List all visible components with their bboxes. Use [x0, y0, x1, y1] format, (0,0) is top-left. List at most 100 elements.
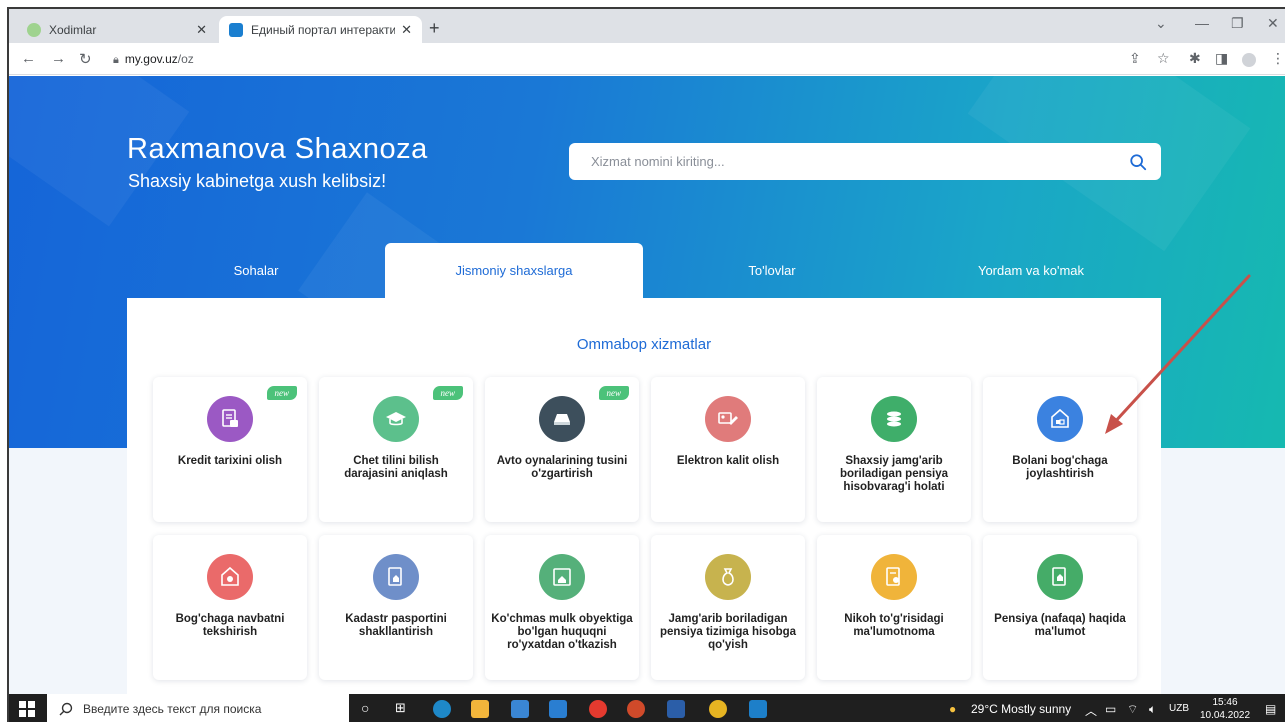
reload-icon[interactable]: ↻ [79, 50, 92, 68]
service-card-kadastr[interactable]: Kadastr pasportini shakllantirish [319, 535, 473, 680]
taskbar: Введите здесь текст для поиска ○ ⊞ ● 29°… [9, 694, 1285, 722]
language-indicator[interactable]: UZB [1169, 703, 1189, 714]
lock-icon: 🔒︎ [113, 54, 119, 66]
annotation-arrow [1105, 274, 1251, 434]
network-icon[interactable]: ⌔ [1127, 702, 1138, 717]
electronic-key-icon [705, 396, 751, 442]
clock-time: 15:46 [1212, 697, 1238, 708]
cortana-icon[interactable]: ○ [361, 700, 369, 716]
tab-favicon-icon [27, 22, 41, 37]
tab-title: Xodimlar [49, 22, 97, 37]
service-label: Shaxsiy jamg'arib boriladigan pensiya hi… [840, 455, 948, 493]
service-label: Avto oynalarining tusini o'zgartirish [496, 455, 628, 480]
cadastre-passport-icon [373, 554, 419, 600]
service-label: Jamg'arib boriladigan pensiya tizimiga h… [659, 613, 797, 651]
service-label: Nikoh to'g'risidagi ma'lumotnoma [844, 613, 944, 638]
category-tabs: Sohalar Jismoniy shaxslarga To'lovlar Yo… [127, 243, 1161, 298]
weather-icon: ● [949, 702, 957, 716]
address-bar: ← → ↻ 🔒︎ my.gov.uz/oz ⇪ ☆ ✱ ◨ ⋮ [9, 43, 1285, 75]
battery-icon[interactable]: ▭ [1105, 702, 1116, 716]
tray-chevron-icon[interactable]: ︿ [1085, 702, 1097, 719]
tab-tolovlar[interactable]: To'lovlar [643, 243, 901, 298]
car-window-icon [539, 396, 585, 442]
service-card-elektron-kalit[interactable]: Elektron kalit olish [651, 377, 805, 522]
new-tab-button[interactable]: + [429, 18, 440, 39]
service-card-pensiya-hisobvaraq[interactable]: Shaxsiy jamg'arib boriladigan pensiya hi… [817, 377, 971, 522]
service-label: Kredit tarixini olish [177, 455, 283, 467]
file-explorer-icon[interactable] [471, 700, 489, 718]
service-card-pensiya-malumot[interactable]: Pensiya (nafaqa) haqida ma'lumot [983, 535, 1137, 680]
tab-favicon-icon [229, 22, 243, 37]
task-view-icon[interactable]: ⊞ [395, 700, 406, 716]
volume-icon[interactable]: 🔈︎ [1149, 702, 1156, 717]
tab-search-icon[interactable]: ⌄ [1155, 15, 1167, 32]
service-card-chet-tili[interactable]: new Chet tilini bilish darajasini aniqla… [319, 377, 473, 522]
tab-portal[interactable]: Единый портал интерактивных ✕ [219, 16, 422, 43]
services-panel: Ommabop xizmatlar new Kredit tarixini ol… [127, 298, 1161, 694]
pension-info-icon [1037, 554, 1083, 600]
browser-window: Xodimlar ✕ Единый портал интерактивных ✕… [7, 7, 1285, 722]
edge-icon[interactable] [433, 700, 451, 718]
new-badge: new [598, 386, 629, 400]
back-icon[interactable]: ← [21, 50, 36, 67]
tab-title: Единый портал интерактивных [251, 22, 396, 37]
service-card-avto-oyna[interactable]: new Avto oynalarining tusini o'zgartiris… [485, 377, 639, 522]
search-icon[interactable] [1129, 153, 1147, 171]
tab-close-icon[interactable]: ✕ [401, 22, 412, 38]
tab-xodimlar[interactable]: Xodimlar ✕ [17, 16, 217, 43]
clock[interactable]: 15:46 10.04.2022 [1195, 696, 1255, 722]
service-label: Bolani bog'chaga joylashtirish [1012, 455, 1108, 480]
service-label: Kadastr pasportini shakllantirish [345, 613, 447, 638]
search-input[interactable] [591, 154, 1129, 169]
extensions-icon[interactable]: ✱ [1189, 50, 1201, 67]
service-label: Chet tilini bilish darajasini aniqlash [344, 455, 448, 480]
graduation-cap-icon [373, 396, 419, 442]
media-player-icon[interactable] [749, 700, 767, 718]
clock-date: 10.04.2022 [1199, 710, 1251, 721]
service-label: Bog'chaga navbatni tekshirish [175, 613, 285, 638]
service-card-kochmas-mulk[interactable]: Ko'chmas mulk obyektiga bo'lgan huquqni … [485, 535, 639, 680]
service-card-nikoh[interactable]: Nikoh to'g'risidagi ma'lumotnoma [817, 535, 971, 680]
new-badge: new [266, 386, 297, 400]
weather-text[interactable]: 29°C Mostly sunny [971, 702, 1071, 716]
new-badge: new [432, 386, 463, 400]
tab-close-icon[interactable]: ✕ [196, 22, 207, 38]
marriage-certificate-icon [871, 554, 917, 600]
service-card-jamgarib-pensiya[interactable]: Jamg'arib boriladigan pensiya tizimiga h… [651, 535, 805, 680]
share-icon[interactable]: ⇪ [1129, 50, 1141, 67]
service-label: Ko'chmas mulk obyektiga bo'lgan huquqni … [491, 613, 633, 651]
user-name: Raxmanova Shaxnoza [127, 133, 428, 165]
menu-icon[interactable]: ⋮ [1271, 50, 1285, 67]
service-label: Pensiya (nafaqa) haqida ma'lumot [994, 613, 1126, 638]
maximize-icon[interactable]: ❐ [1231, 15, 1244, 32]
windows-start-icon[interactable] [19, 701, 35, 717]
page: Raxmanova Shaxnoza Shaxsiy kabinetga xus… [9, 76, 1285, 694]
coins-icon [871, 396, 917, 442]
mail-icon[interactable] [549, 700, 567, 718]
yandex-icon[interactable] [589, 700, 607, 718]
credit-document-icon [207, 396, 253, 442]
tab-sohalar[interactable]: Sohalar [127, 243, 385, 298]
taskbar-search-text: Введите здесь текст для поиска [83, 702, 262, 716]
side-panel-icon[interactable]: ◨ [1215, 50, 1228, 67]
bookmark-star-icon[interactable]: ☆ [1157, 50, 1170, 67]
real-estate-icon [539, 554, 585, 600]
tab-jismoniy-shaxslarga[interactable]: Jismoniy shaxslarga [385, 243, 643, 298]
store-icon[interactable] [511, 700, 529, 718]
notifications-icon[interactable]: ▤ [1265, 702, 1276, 716]
taskbar-search[interactable]: Введите здесь текст для поиска [47, 694, 349, 722]
kindergarten-queue-icon [207, 554, 253, 600]
close-window-icon[interactable]: ✕ [1267, 15, 1279, 32]
chrome-icon[interactable] [709, 700, 727, 718]
word-icon[interactable] [667, 700, 685, 718]
url-field[interactable]: 🔒︎ my.gov.uz/oz [113, 52, 194, 67]
search-icon [59, 702, 73, 716]
welcome-text: Shaxsiy kabinetga xush kelibsiz! [128, 171, 387, 191]
service-card-bogcha-navbat[interactable]: Bog'chaga navbatni tekshirish [153, 535, 307, 680]
powerpoint-icon[interactable] [627, 700, 645, 718]
service-card-kredit[interactable]: new Kredit tarixini olish [153, 377, 307, 522]
profile-avatar-icon[interactable] [1242, 53, 1256, 67]
forward-icon[interactable]: → [51, 50, 66, 67]
minimize-icon[interactable]: — [1195, 15, 1209, 31]
tab-bar: Xodimlar ✕ Единый портал интерактивных ✕… [9, 9, 1285, 43]
